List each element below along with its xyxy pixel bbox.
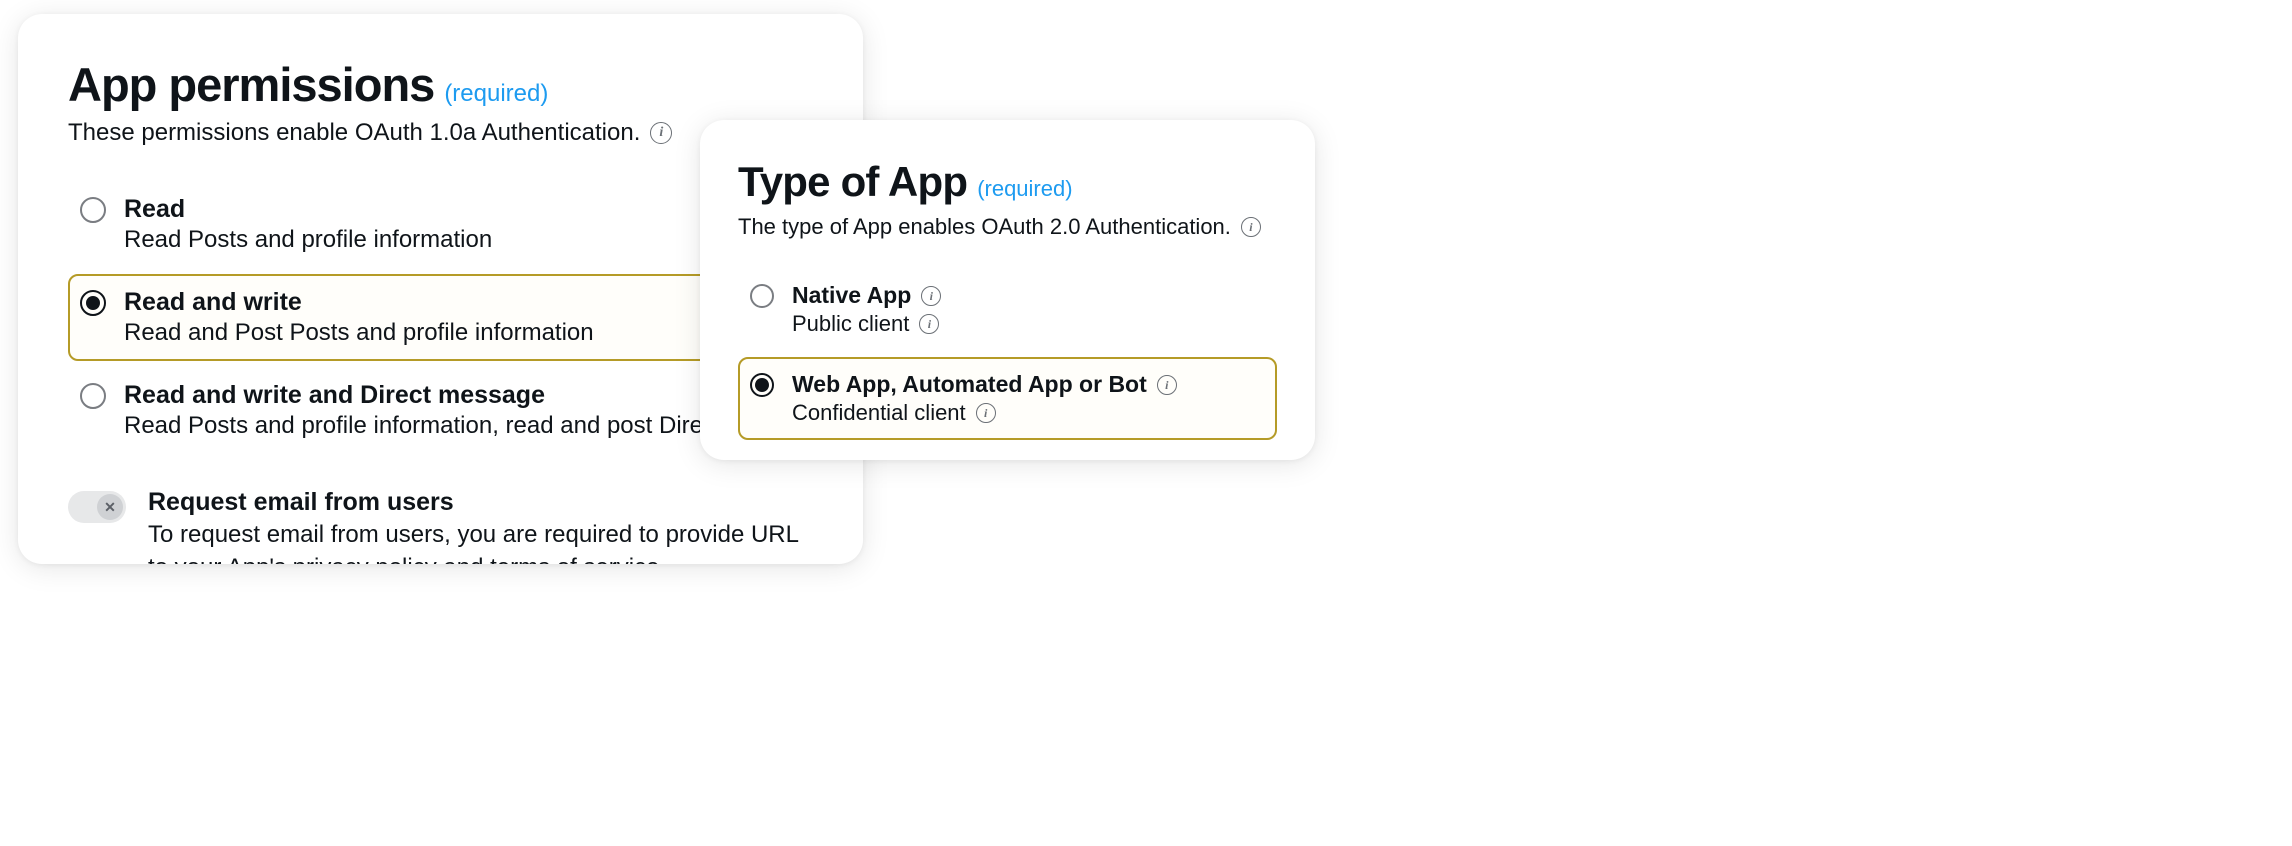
app-permissions-title: App permissions (68, 60, 434, 109)
info-icon[interactable]: i (1241, 217, 1261, 237)
app-type-option-native[interactable]: Native App i Public client i (738, 268, 1277, 351)
app-permissions-subtitle: These permissions enable OAuth 1.0a Auth… (68, 119, 640, 147)
app-permissions-heading-row: App permissions (required) (68, 60, 813, 109)
type-of-app-title: Type of App (738, 160, 967, 204)
info-icon[interactable]: i (921, 286, 941, 306)
request-email-row: ✕ Request email from users To request em… (68, 488, 813, 564)
radio-checked-icon (80, 290, 106, 316)
request-email-toggle[interactable]: ✕ (68, 491, 126, 523)
option-description: Read Posts and profile information, read… (124, 412, 774, 440)
radio-unchecked-icon (80, 383, 106, 409)
radio-unchecked-icon (80, 197, 106, 223)
option-description-row: Public client i (792, 311, 941, 337)
type-of-app-subtitle: The type of App enables OAuth 2.0 Authen… (738, 214, 1231, 240)
option-body: Read and write Read and Post Posts and p… (124, 288, 594, 347)
radio-unchecked-icon (750, 284, 774, 308)
option-body: Read Read Posts and profile information (124, 195, 492, 254)
app-type-option-web[interactable]: Web App, Automated App or Bot i Confiden… (738, 357, 1277, 440)
type-of-app-card: Type of App (required) The type of App e… (700, 120, 1315, 460)
info-icon[interactable]: i (1157, 375, 1177, 395)
request-email-label: Request email from users (148, 488, 813, 517)
option-label: Read (124, 195, 492, 224)
request-email-description: To request email from users, you are req… (148, 519, 813, 564)
toggle-off-icon: ✕ (97, 494, 123, 520)
required-badge: (required) (977, 176, 1072, 202)
option-description: Confidential client (792, 400, 966, 426)
option-label-row: Web App, Automated App or Bot i (792, 371, 1177, 398)
option-description: Public client (792, 311, 909, 337)
toggle-body: Request email from users To request emai… (148, 488, 813, 564)
option-body: Native App i Public client i (792, 282, 941, 337)
option-body: Web App, Automated App or Bot i Confiden… (792, 371, 1177, 426)
type-of-app-heading-row: Type of App (required) (738, 160, 1277, 204)
option-description: Read Posts and profile information (124, 226, 492, 254)
option-description: Read and Post Posts and profile informat… (124, 319, 594, 347)
option-description-row: Confidential client i (792, 400, 1177, 426)
info-icon[interactable]: i (650, 122, 672, 144)
info-icon[interactable]: i (919, 314, 939, 334)
option-label: Native App (792, 282, 911, 309)
option-label: Read and write (124, 288, 594, 317)
app-type-options: Native App i Public client i Web App, Au… (738, 268, 1277, 440)
info-icon[interactable]: i (976, 403, 996, 423)
option-body: Read and write and Direct message Read P… (124, 381, 774, 440)
option-label-row: Native App i (792, 282, 941, 309)
type-of-app-subtitle-row: The type of App enables OAuth 2.0 Authen… (738, 214, 1277, 240)
radio-checked-icon (750, 373, 774, 397)
option-label: Read and write and Direct message (124, 381, 774, 410)
required-badge: (required) (444, 80, 548, 108)
option-label: Web App, Automated App or Bot (792, 371, 1147, 398)
